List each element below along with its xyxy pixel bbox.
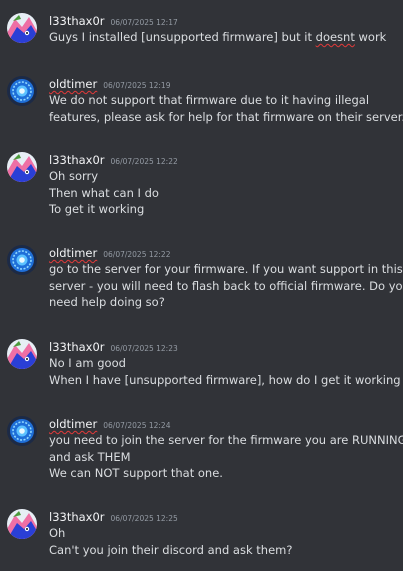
spellcheck-word: doesnt <box>315 30 355 44</box>
user-avatar[interactable] <box>7 416 37 446</box>
timestamp: 06/07/2025 12:22 <box>110 157 178 166</box>
message-line: features, please ask for help for that f… <box>49 109 403 124</box>
message-header: l33thax0r 06/07/2025 12:17 <box>49 12 178 28</box>
message-line: and ask THEM <box>49 449 131 464</box>
timestamp: 06/07/2025 12:17 <box>110 18 178 27</box>
message-header: oldtimer 06/07/2025 12:19 <box>49 75 170 91</box>
user-avatar[interactable] <box>7 76 37 106</box>
blue-orb-icon <box>7 245 37 275</box>
message-header: l33thax0r 06/07/2025 12:22 <box>49 151 178 167</box>
message-body: Guys I installed [unsupported firmware] … <box>49 29 397 46</box>
message-body: go to the server for your firmware. If y… <box>49 261 403 311</box>
user-avatar[interactable] <box>7 245 37 275</box>
username[interactable]: oldtimer <box>49 246 97 260</box>
user-avatar[interactable] <box>7 509 37 539</box>
timestamp: 06/07/2025 12:22 <box>103 250 171 259</box>
timestamp: 06/07/2025 12:23 <box>110 344 178 353</box>
message-header: l33thax0r 06/07/2025 12:25 <box>49 508 178 524</box>
blue-orb-icon <box>7 416 37 446</box>
timestamp: 06/07/2025 12:25 <box>110 514 178 523</box>
message-line: No I am good <box>49 356 126 370</box>
message-header: l33thax0r 06/07/2025 12:23 <box>49 338 178 354</box>
username[interactable]: l33thax0r <box>49 153 105 167</box>
timestamp: 06/07/2025 12:19 <box>103 81 171 90</box>
message-line: go to the server for your firmware. If y… <box>49 262 403 276</box>
message-line: We can NOT support that one. <box>49 466 223 480</box>
message-line: We do not support that firmware due to i… <box>49 93 370 107</box>
message-line: Oh sorry <box>49 169 99 183</box>
message-line: To get it working <box>49 202 145 216</box>
message-line: server - you will need to flash back to … <box>49 278 403 293</box>
message-body: Oh Can't you join their discord and ask … <box>49 525 397 558</box>
message-line: When I have [unsupported firmware], how … <box>49 372 401 387</box>
message-body: No I am good When I have [unsupported fi… <box>49 355 401 388</box>
user-avatar[interactable] <box>7 13 37 43</box>
username[interactable]: l33thax0r <box>49 14 105 28</box>
message-line: you need to join the server for the firm… <box>49 433 403 447</box>
username[interactable]: oldtimer <box>49 417 97 431</box>
message-header: oldtimer 06/07/2025 12:24 <box>49 415 170 431</box>
cartoon-avatar-icon <box>7 339 37 369</box>
message-header: oldtimer 06/07/2025 12:22 <box>49 244 170 260</box>
message-line: Oh <box>49 526 66 540</box>
user-avatar[interactable] <box>7 339 37 369</box>
cartoon-avatar-icon <box>7 509 37 539</box>
timestamp: 06/07/2025 12:24 <box>103 421 171 430</box>
cartoon-avatar-icon <box>7 152 37 182</box>
message-body: Oh sorry Then what can I do To get it wo… <box>49 168 397 218</box>
user-avatar[interactable] <box>7 152 37 182</box>
cartoon-avatar-icon <box>7 13 37 43</box>
message-line: Guys I installed [unsupported firmware] … <box>49 30 387 44</box>
chat-log: l33thax0r 06/07/2025 12:17 Guys I install… <box>0 0 403 571</box>
message-body: We do not support that firmware due to i… <box>49 92 403 125</box>
message-line: Can't you join their discord and ask the… <box>49 542 293 557</box>
username[interactable]: l33thax0r <box>49 510 105 524</box>
message-line: Then what can I do <box>49 185 159 200</box>
message-body: you need to join the server for the firm… <box>49 432 403 482</box>
message-line: need help doing so? <box>49 295 165 309</box>
username[interactable]: l33thax0r <box>49 340 105 354</box>
blue-orb-icon <box>7 76 37 106</box>
username[interactable]: oldtimer <box>49 77 97 91</box>
